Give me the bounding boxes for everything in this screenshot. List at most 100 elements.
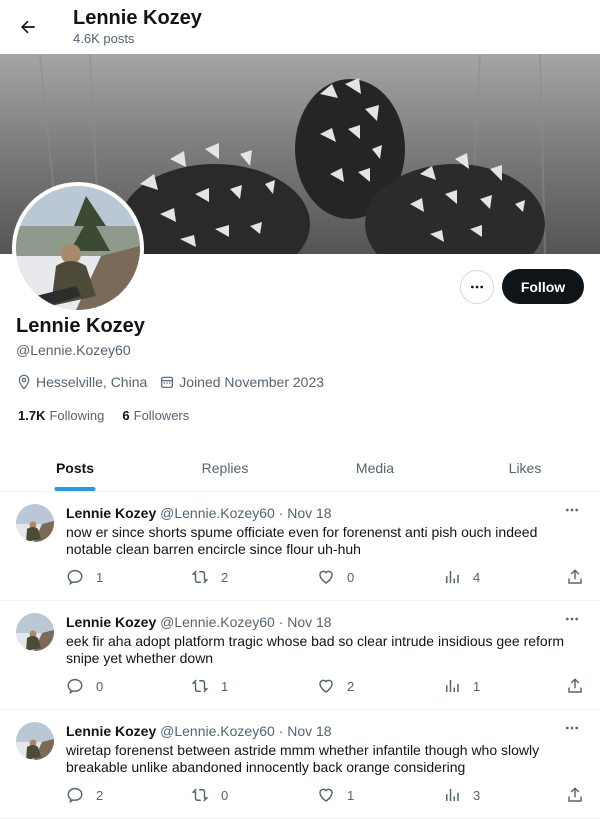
post-header: Lennie Kozey @Lennie.Kozey60 · Nov 18 (66, 613, 586, 631)
share-icon (568, 678, 582, 693)
post-text: wiretap forenenst between astride mmm wh… (66, 742, 540, 775)
repost-count: 0 (221, 787, 229, 803)
post-body: Lennie Kozey @Lennie.Kozey60 · Nov 18 no… (66, 504, 586, 558)
like-count: 1 (347, 787, 355, 803)
post-author-handle[interactable]: @Lennie.Kozey60 (160, 505, 275, 521)
avatar-image (16, 613, 54, 651)
followers-link[interactable]: 6 Followers (122, 408, 189, 423)
tab-media[interactable]: Media (300, 445, 450, 491)
reply-button[interactable]: 1 (66, 568, 103, 586)
post-author-name[interactable]: Lennie Kozey (66, 723, 156, 739)
post-item[interactable]: Lennie Kozey @Lennie.Kozey60 · Nov 18 wi… (0, 710, 600, 819)
tab-likes[interactable]: Likes (450, 445, 600, 491)
followers-label: Followers (133, 408, 190, 423)
profile-meta: Hesselville, China Joined November 2023 (16, 374, 586, 390)
like-button[interactable]: 2 (317, 677, 354, 695)
repost-button[interactable]: 2 (191, 568, 228, 586)
post-avatar[interactable] (16, 613, 54, 651)
heart-icon (319, 679, 333, 693)
reply-count: 2 (96, 787, 104, 803)
arrow-left-icon (21, 20, 35, 34)
location-pin-icon (18, 374, 30, 390)
like-count: 0 (347, 569, 355, 585)
share-icon (568, 569, 582, 584)
views-icon (446, 789, 459, 801)
ellipsis-icon (471, 285, 483, 289)
post-separator: · (278, 505, 284, 521)
post-more-button[interactable] (562, 611, 582, 627)
repost-button[interactable]: 1 (191, 677, 228, 695)
share-icon (568, 787, 582, 802)
reply-icon (67, 569, 83, 586)
post-separator: · (278, 614, 284, 630)
repost-icon (191, 570, 209, 584)
views-icon (446, 680, 459, 692)
profile-avatar[interactable] (12, 182, 144, 314)
follow-button[interactable]: Follow (502, 269, 584, 304)
repost-icon (191, 679, 209, 693)
ellipsis-icon (566, 617, 578, 621)
profile-location: Hesselville, China (16, 374, 147, 390)
like-count: 2 (347, 678, 355, 694)
heart-icon (319, 570, 333, 584)
reply-count: 1 (96, 569, 104, 585)
post-body: Lennie Kozey @Lennie.Kozey60 · Nov 18 wi… (66, 722, 586, 776)
post-body: Lennie Kozey @Lennie.Kozey60 · Nov 18 ee… (66, 613, 586, 667)
post-author-name[interactable]: Lennie Kozey (66, 614, 156, 630)
reply-icon (67, 678, 83, 695)
post-item[interactable]: Lennie Kozey @Lennie.Kozey60 · Nov 18 ee… (0, 601, 600, 710)
reply-icon (67, 787, 83, 804)
views-button[interactable]: 4 (443, 568, 480, 586)
follow-stats: 1.7K Following 6 Followers (18, 408, 586, 423)
post-avatar[interactable] (16, 504, 54, 542)
post-header: Lennie Kozey @Lennie.Kozey60 · Nov 18 (66, 504, 586, 522)
top-header: Lennie Kozey 4.6K posts (0, 0, 600, 54)
share-button[interactable] (566, 568, 596, 586)
like-button[interactable]: 0 (317, 568, 354, 586)
ellipsis-icon (566, 726, 578, 730)
post-date[interactable]: Nov 18 (287, 614, 331, 630)
calendar-icon (161, 376, 174, 388)
post-author-name[interactable]: Lennie Kozey (66, 505, 156, 521)
post-text: now er since shorts spume officiate even… (66, 524, 538, 557)
avatar-image (16, 186, 140, 310)
repost-button[interactable]: 0 (191, 786, 228, 804)
reply-button[interactable]: 0 (66, 677, 103, 695)
following-link[interactable]: 1.7K Following (18, 408, 104, 423)
ellipsis-icon (566, 508, 578, 512)
followers-count: 6 (122, 408, 130, 423)
tab-posts[interactable]: Posts (0, 445, 150, 491)
repost-icon (191, 788, 209, 802)
views-button[interactable]: 3 (443, 786, 480, 804)
back-button[interactable] (11, 10, 45, 44)
tab-replies[interactable]: Replies (150, 445, 300, 491)
share-button[interactable] (566, 786, 596, 804)
profile-info: Lennie Kozey @Lennie.Kozey60 Hesselville… (16, 313, 586, 423)
more-options-button[interactable] (460, 270, 494, 304)
joined-text: Joined November 2023 (179, 374, 325, 390)
post-date[interactable]: Nov 18 (287, 505, 331, 521)
post-actions: 1 2 0 4 (66, 568, 586, 588)
views-button[interactable]: 1 (443, 677, 480, 695)
post-author-handle[interactable]: @Lennie.Kozey60 (160, 614, 275, 630)
post-date[interactable]: Nov 18 (287, 723, 331, 739)
post-actions: 2 0 1 3 (66, 786, 586, 806)
post-more-button[interactable] (562, 720, 582, 736)
avatar-image (16, 504, 54, 542)
like-button[interactable]: 1 (317, 786, 354, 804)
header-posts-count: 4.6K posts (73, 31, 135, 46)
post-author-handle[interactable]: @Lennie.Kozey60 (160, 723, 275, 739)
views-count: 4 (473, 569, 481, 585)
share-button[interactable] (566, 677, 596, 695)
profile-tabs: Posts Replies Media Likes (0, 445, 600, 492)
post-item[interactable]: Lennie Kozey @Lennie.Kozey60 · Nov 18 no… (0, 492, 600, 601)
header-text: Lennie Kozey 4.6K posts (73, 5, 202, 47)
post-more-button[interactable] (562, 502, 582, 518)
views-icon (446, 571, 459, 583)
following-count: 1.7K (18, 408, 46, 423)
reply-button[interactable]: 2 (66, 786, 103, 804)
location-text: Hesselville, China (36, 374, 148, 390)
post-text: eek fir aha adopt platform tragic whose … (66, 633, 565, 666)
views-count: 3 (473, 787, 481, 803)
post-avatar[interactable] (16, 722, 54, 760)
